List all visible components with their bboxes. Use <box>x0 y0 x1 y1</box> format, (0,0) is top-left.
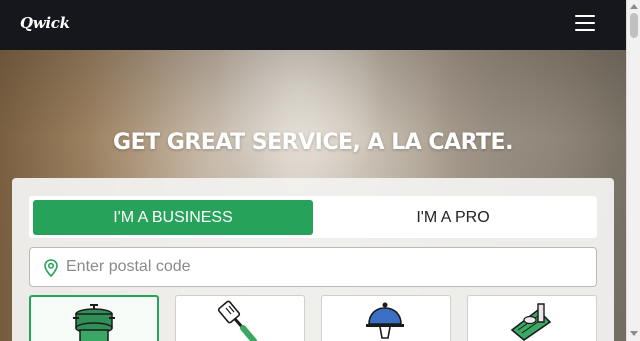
hero-title: GET GREAT SERVICE, A LA CARTE. <box>113 130 513 155</box>
service-tile-cooking[interactable] <box>29 295 159 341</box>
signup-card: I'M A BUSINESS I'M A PRO <box>12 178 614 341</box>
cutting-board-icon <box>510 303 552 341</box>
postal-code-field <box>29 247 597 287</box>
service-tiles <box>29 295 597 341</box>
hamburger-menu-icon[interactable] <box>572 12 598 36</box>
service-tile-prep[interactable] <box>467 295 597 341</box>
spatula-icon <box>217 300 257 341</box>
scroll-up-arrow-icon[interactable] <box>630 4 638 9</box>
serving-cloche-icon <box>366 302 404 339</box>
qwick-logo[interactable]: Qwick <box>20 14 70 32</box>
service-tile-serving[interactable] <box>321 295 451 341</box>
cooking-pots-icon <box>73 304 115 341</box>
business-toggle-button[interactable]: I'M A BUSINESS <box>33 200 313 235</box>
postal-code-input[interactable] <box>66 248 586 286</box>
hero-section: GET GREAT SERVICE, A LA CARTE. I'M A BUS… <box>0 50 626 341</box>
scroll-thumb[interactable] <box>630 13 638 38</box>
pro-toggle-button[interactable]: I'M A PRO <box>313 200 593 235</box>
page-scrollbar[interactable] <box>626 0 640 341</box>
scroll-down-arrow-icon[interactable] <box>630 331 638 336</box>
location-pin-icon <box>44 259 58 277</box>
role-toggle: I'M A BUSINESS I'M A PRO <box>29 196 597 238</box>
top-navbar: Qwick <box>0 0 626 50</box>
service-tile-kitchen[interactable] <box>175 295 305 341</box>
